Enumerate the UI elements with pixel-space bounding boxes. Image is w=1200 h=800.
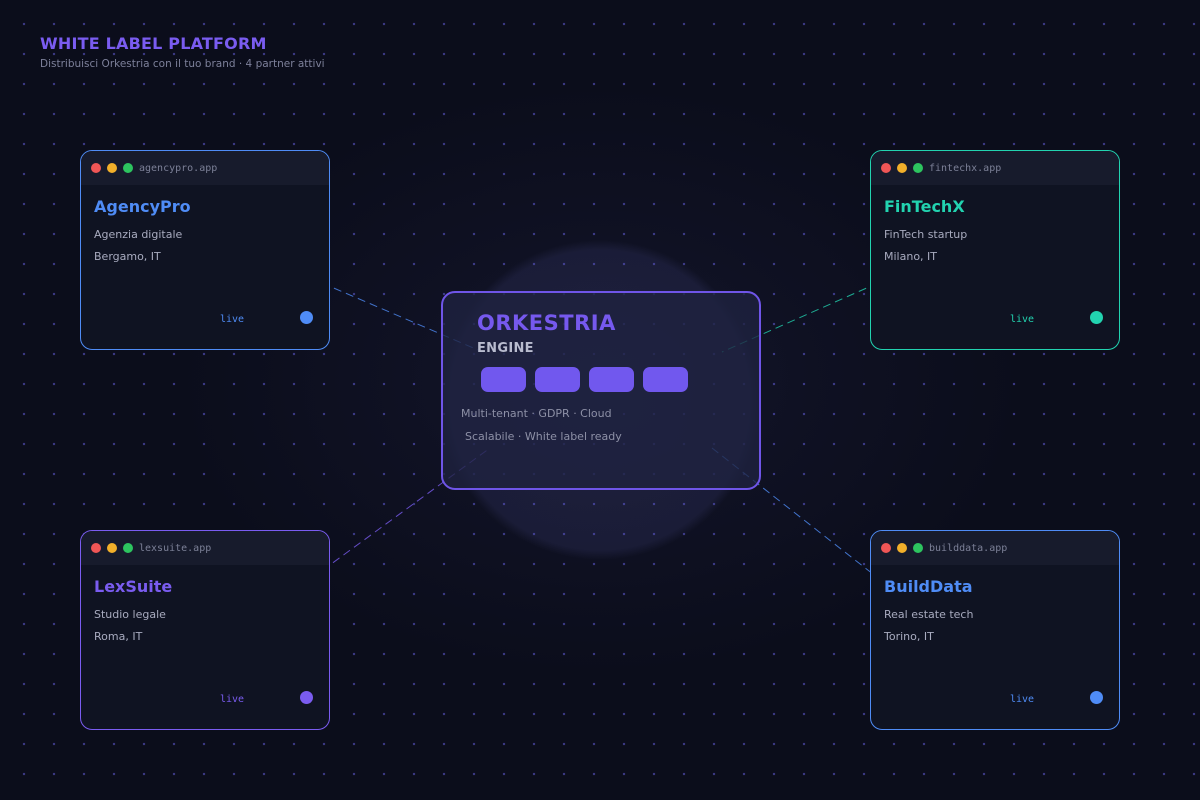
status-indicator-icon [1090, 311, 1103, 324]
maximize-dot-icon [123, 543, 133, 553]
partner-name: AgencyPro [94, 197, 191, 216]
close-dot-icon [881, 543, 891, 553]
partner-domain: fintechx.app [929, 162, 1002, 174]
partner-status: live [1010, 694, 1035, 705]
minimize-dot-icon [897, 163, 907, 173]
partner-card-fintechx[interactable]: fintechx.app FinTechX FinTech startup Mi… [870, 150, 1120, 350]
partner-status: live [220, 694, 245, 705]
engine-module-block [535, 367, 580, 392]
partner-location: Bergamo, IT [94, 250, 161, 263]
partner-name: LexSuite [94, 577, 173, 596]
partner-name: BuildData [884, 577, 973, 596]
engine-module-block [589, 367, 634, 392]
page-subtitle: Distribuisci Orkestria con il tuo brand … [40, 58, 325, 70]
engine-features-line-2: Scalabile · White label ready [465, 430, 622, 443]
partner-card-lexsuite[interactable]: lexsuite.app LexSuite Studio legale Roma… [80, 530, 330, 730]
partner-domain: lexsuite.app [139, 542, 212, 554]
orkestria-engine-node[interactable]: ORKESTRIA ENGINE Multi-tenant · GDPR · C… [441, 291, 761, 490]
partner-description: Agenzia digitale [94, 228, 183, 241]
engine-subtitle: ENGINE [477, 341, 534, 356]
maximize-dot-icon [123, 163, 133, 173]
header: WHITE LABEL PLATFORM Distribuisci Orkest… [40, 34, 325, 70]
page-title: WHITE LABEL PLATFORM [40, 34, 267, 53]
window-titlebar: agencypro.app [81, 151, 329, 185]
partner-domain: builddata.app [929, 542, 1008, 554]
partner-description: Real estate tech [884, 608, 974, 621]
status-indicator-icon [300, 311, 313, 324]
partner-card-agencypro[interactable]: agencypro.app AgencyPro Agenzia digitale… [80, 150, 330, 350]
partner-location: Milano, IT [884, 250, 938, 263]
partner-location: Roma, IT [94, 630, 143, 643]
close-dot-icon [91, 543, 101, 553]
partner-status: live [220, 314, 245, 325]
partner-location: Torino, IT [884, 630, 934, 643]
partner-status: live [1010, 314, 1035, 325]
maximize-dot-icon [913, 163, 923, 173]
partner-card-builddata[interactable]: builddata.app BuildData Real estate tech… [870, 530, 1120, 730]
minimize-dot-icon [107, 163, 117, 173]
window-titlebar: fintechx.app [871, 151, 1119, 185]
window-titlebar: lexsuite.app [81, 531, 329, 565]
engine-modules [481, 367, 697, 392]
engine-module-block [481, 367, 526, 392]
minimize-dot-icon [107, 543, 117, 553]
close-dot-icon [881, 163, 891, 173]
minimize-dot-icon [897, 543, 907, 553]
partner-domain: agencypro.app [139, 162, 218, 174]
status-indicator-icon [1090, 691, 1103, 704]
partner-description: FinTech startup [884, 228, 968, 241]
engine-features-line-1: Multi-tenant · GDPR · Cloud [461, 407, 612, 420]
partner-name: FinTechX [884, 197, 965, 216]
close-dot-icon [91, 163, 101, 173]
engine-title: ORKESTRIA [477, 311, 616, 335]
maximize-dot-icon [913, 543, 923, 553]
window-titlebar: builddata.app [871, 531, 1119, 565]
partner-description: Studio legale [94, 608, 166, 621]
status-indicator-icon [300, 691, 313, 704]
engine-module-block [643, 367, 688, 392]
